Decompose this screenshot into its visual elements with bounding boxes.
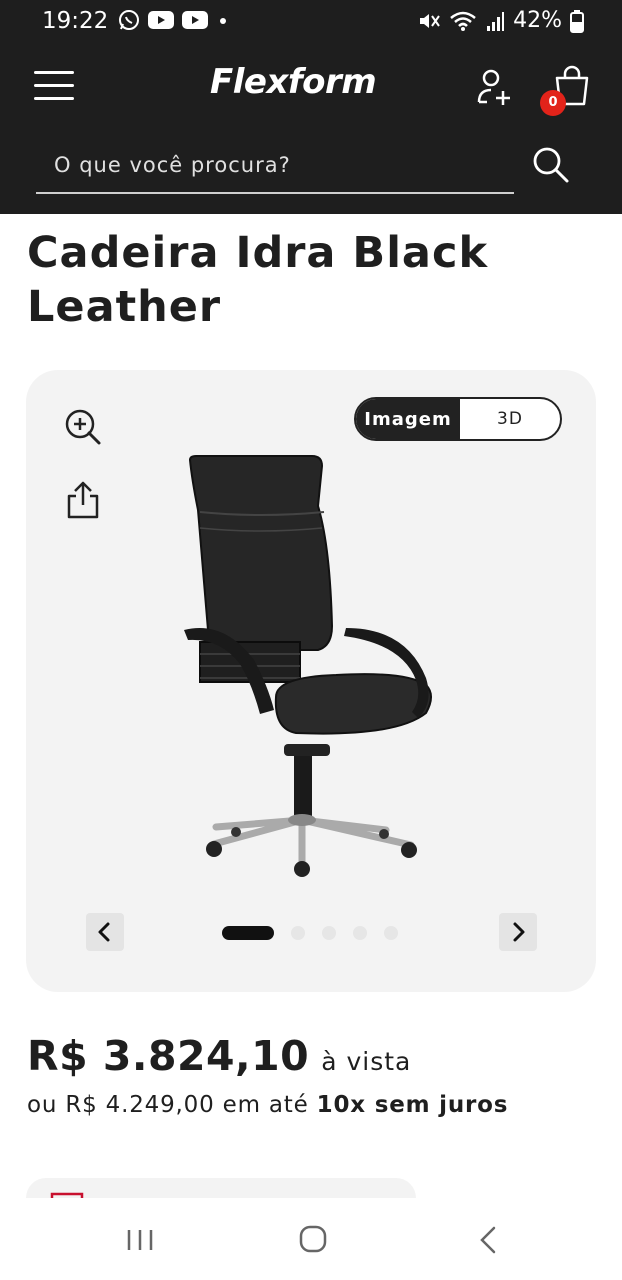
system-navigation-bar <box>0 1198 622 1280</box>
search-icon[interactable] <box>530 144 570 184</box>
product-image <box>184 455 432 877</box>
battery-percent: 42% <box>513 8 562 33</box>
previous-slide-button[interactable] <box>86 913 124 951</box>
slide-dot-active[interactable] <box>222 926 274 940</box>
price-condition: à vista <box>321 1047 412 1076</box>
view-mode-toggle: Imagem 3D <box>354 397 562 441</box>
mute-icon <box>420 13 440 28</box>
search-input[interactable] <box>36 138 514 194</box>
menu-icon[interactable] <box>34 69 74 103</box>
installment-prefix: ou R$ 4.249,00 em até <box>27 1092 309 1118</box>
price-line: R$ 3.824,10 à vista <box>27 1032 411 1080</box>
status-time: 19:22 <box>42 8 109 34</box>
product-title: Cadeira Idra Black Leather <box>27 228 489 332</box>
slide-dot[interactable] <box>322 926 336 940</box>
status-bar: 19:22 42% <box>0 0 622 42</box>
cash-price: R$ 3.824,10 <box>27 1032 310 1080</box>
slide-dot[interactable] <box>353 926 367 940</box>
battery-icon <box>570 9 584 33</box>
zoom-in-icon[interactable] <box>64 408 102 446</box>
site-header: Flexform 0 <box>0 42 622 214</box>
add-user-icon[interactable] <box>476 68 516 108</box>
home-icon[interactable] <box>298 1224 328 1254</box>
wifi-icon <box>450 11 476 31</box>
installment-terms: 10x sem juros <box>316 1092 509 1118</box>
next-slide-button[interactable] <box>499 913 537 951</box>
installment-info: ou R$ 4.249,00 em até 10x sem juros <box>27 1092 508 1118</box>
youtube-icon <box>148 11 174 29</box>
share-icon[interactable] <box>66 480 100 520</box>
youtube-icon <box>182 11 208 29</box>
back-icon[interactable] <box>478 1226 498 1254</box>
cart-count-badge: 0 <box>540 90 566 116</box>
whatsapp-icon <box>119 10 139 30</box>
brand-logo[interactable]: Flexform <box>210 62 377 102</box>
signal-icon <box>487 11 505 31</box>
toggle-image-button[interactable]: Imagem <box>356 399 460 439</box>
product-gallery: Imagem 3D <box>26 370 596 992</box>
recent-apps-icon[interactable] <box>126 1228 154 1252</box>
slide-indicators <box>222 926 398 940</box>
toggle-3d-button[interactable]: 3D <box>460 399 560 439</box>
slide-dot[interactable] <box>291 926 305 940</box>
dot-icon <box>220 18 226 24</box>
slide-dot[interactable] <box>384 926 398 940</box>
